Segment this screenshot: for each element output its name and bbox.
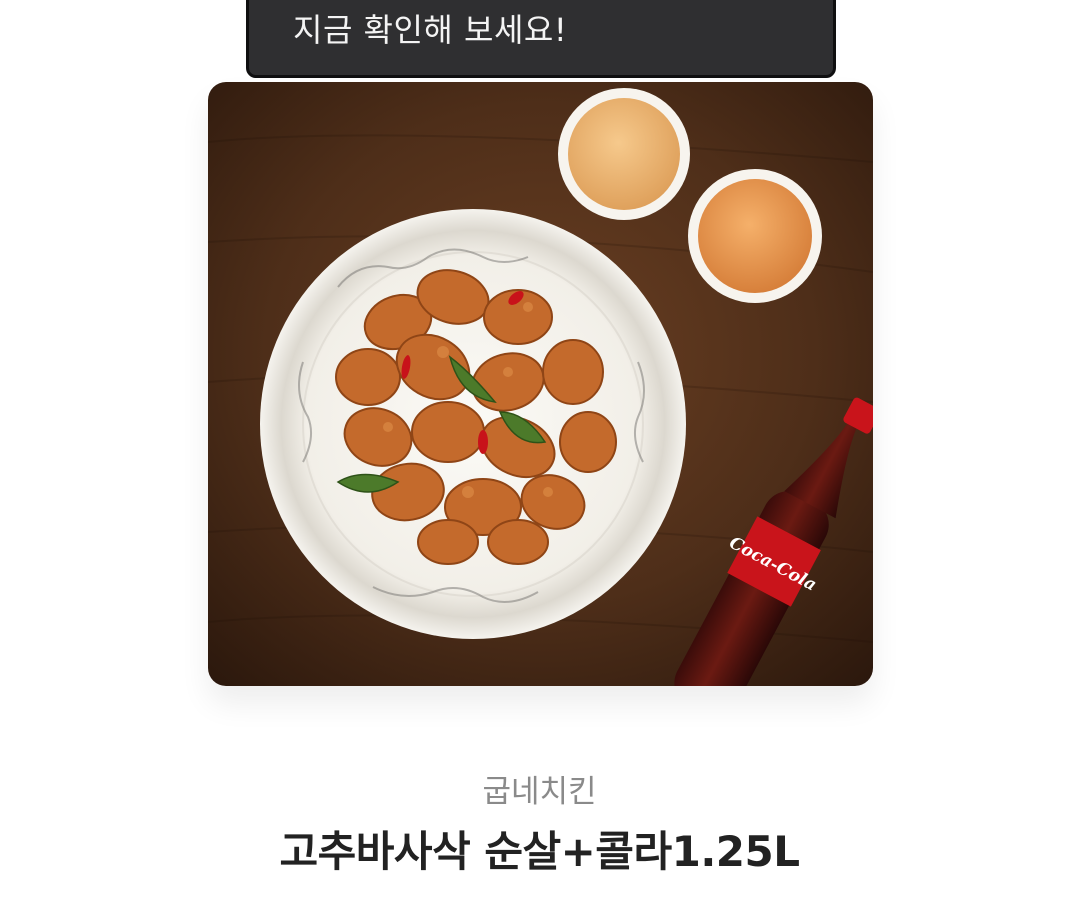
product-brand: 굽네치킨 bbox=[482, 774, 597, 810]
product-title: 고추바사삭 순살+콜라1.25L bbox=[279, 827, 800, 876]
product-detail-page: 지금 확인해 보세요! Coca-Cola 굽네치킨 고추바사삭 순살+콜라1.… bbox=[0, 0, 1079, 904]
sauce-cup-1 bbox=[558, 88, 690, 220]
tooltip-text: 지금 확인해 보세요! bbox=[293, 11, 568, 49]
sauce-cup-2 bbox=[688, 169, 822, 303]
product-photo: Coca-Cola bbox=[208, 82, 873, 686]
tooltip-banner[interactable]: 지금 확인해 보세요! bbox=[246, 0, 836, 78]
product-image[interactable]: Coca-Cola bbox=[208, 82, 873, 686]
